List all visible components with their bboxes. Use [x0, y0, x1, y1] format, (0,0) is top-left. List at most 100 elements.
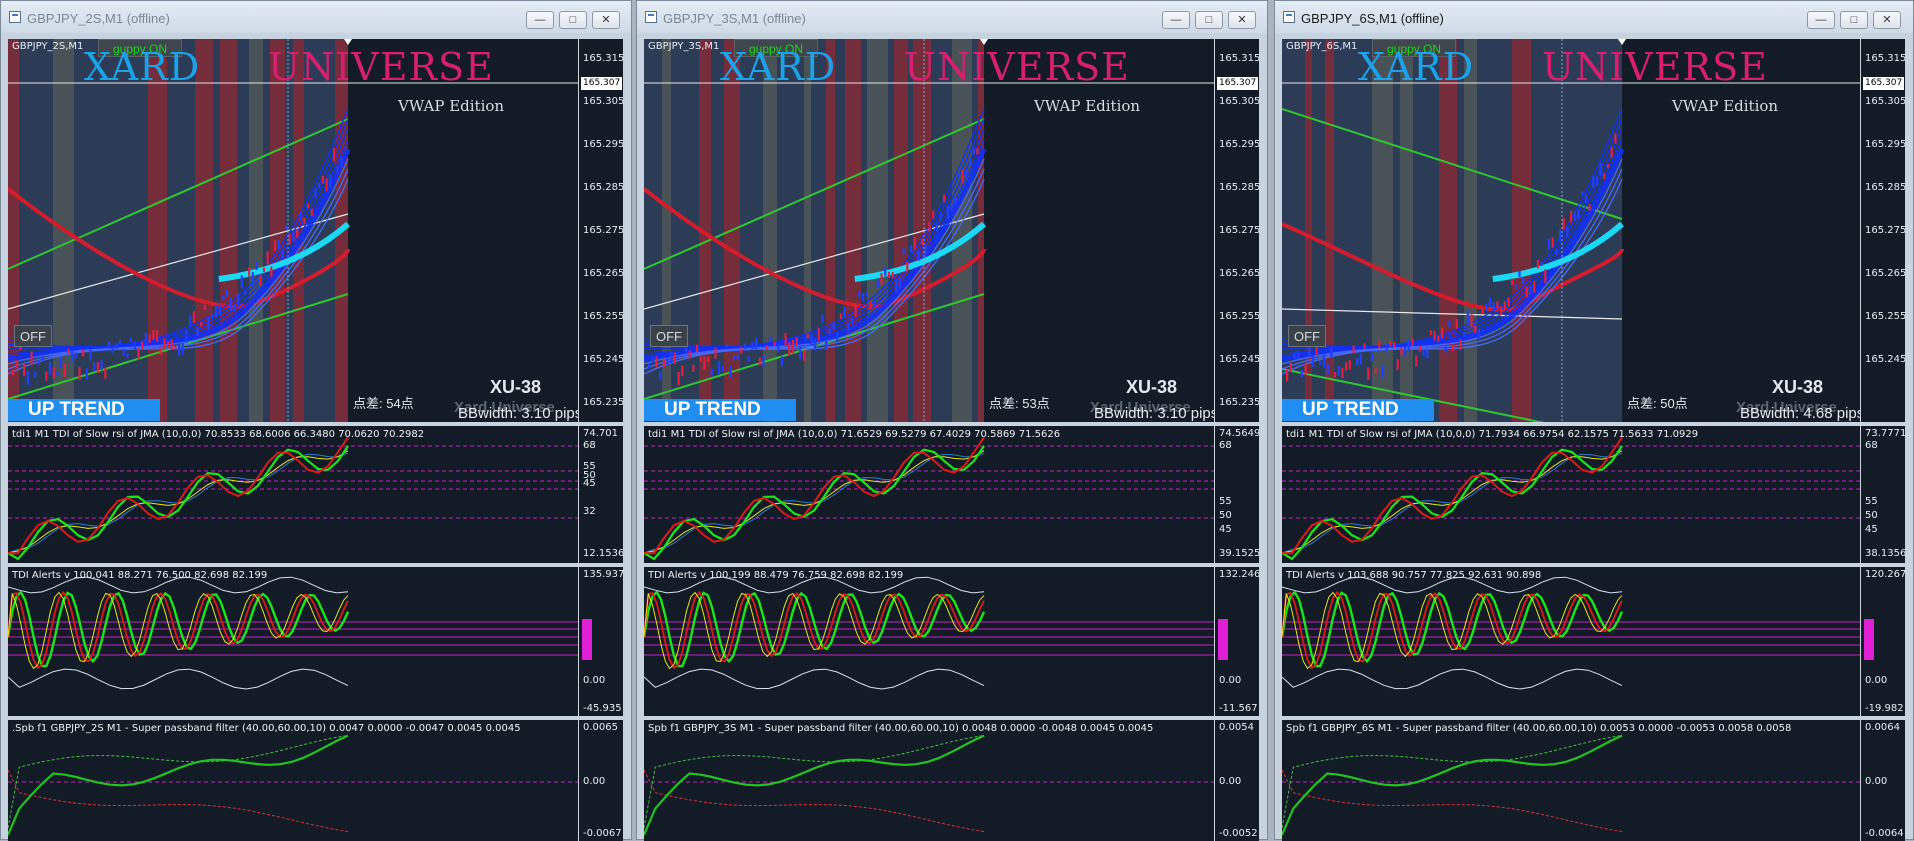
chart-window-gbpjpy-6s[interactable]: GBPJPY_6S,M1 (offline) — □ ✕ GBPJPY_6S,M…: [1274, 0, 1914, 841]
price-candle: [1304, 364, 1307, 376]
tdi-alerts-axis[interactable]: 135.937 0.00 -45.935: [578, 567, 623, 716]
price-axis[interactable]: 165.315 165.305 165.295 165.285 165.275 165.2…: [1214, 39, 1259, 422]
alert-envelope-lower: [8, 668, 349, 690]
price-candle: [74, 352, 77, 359]
price-candle: [178, 342, 181, 357]
main-price-pane[interactable]: GBPJPY_6S,M1 guppy ON XARD UNIVERSE VWAP Edi…: [1282, 39, 1905, 422]
off-toggle-button[interactable]: OFF: [14, 325, 52, 347]
super-passband-axis[interactable]: 0.0064 0.00 -0.0064: [1860, 720, 1905, 841]
price-candle: [30, 351, 33, 365]
tdi-alerts-svg: [1282, 576, 1860, 690]
close-button[interactable]: ✕: [1873, 11, 1901, 29]
tdi-alerts-pane[interactable]: TDI Alerts v 103.688 90.757 77.825 92.63…: [1282, 567, 1905, 716]
super-passband-pane[interactable]: Spb f1 GBPJPY_3S M1 - Super passband fil…: [644, 720, 1259, 841]
minimize-button[interactable]: —: [1162, 11, 1190, 29]
price-candle: [928, 221, 931, 232]
price-candle: [1466, 310, 1469, 325]
price-candle: [777, 344, 780, 353]
tdi-alerts-pane[interactable]: TDI Alerts v 100.041 88.271 76.500 82.69…: [8, 567, 623, 716]
price-candle: [141, 341, 144, 350]
main-price-pane[interactable]: GBPJPY_2S,M1 guppy ON XARD UNIVERSE VWAP Edi…: [8, 39, 623, 422]
price-candle: [82, 349, 85, 357]
super-passband-axis[interactable]: 0.0065 0.00 -0.0067: [578, 720, 623, 841]
window-titlebar[interactable]: GBPJPY_2S,M1 (offline) — □ ✕: [1, 1, 631, 33]
price-candle: [965, 170, 968, 180]
tdi-indicator-pane[interactable]: tdi1 M1 TDI of Slow rsi of JMA (10,0,0) …: [8, 426, 623, 563]
price-candle: [133, 341, 136, 350]
price-candle: [321, 175, 325, 184]
maximize-button[interactable]: □: [1195, 11, 1223, 29]
price-candle: [34, 371, 37, 378]
price-candle: [1529, 284, 1532, 295]
tdi-indicator-pane[interactable]: tdi1 M1 TDI of Slow rsi of JMA (10,0,0) …: [1282, 426, 1905, 563]
alert-oscillator-line: [644, 591, 985, 670]
price-candle: [244, 290, 247, 295]
tdi-title: tdi1 M1 TDI of Slow rsi of JMA (10,0,0) …: [1286, 429, 1699, 440]
price-candle: [662, 358, 665, 368]
price-candle: [902, 248, 905, 255]
price-candle: [1345, 362, 1348, 371]
price-axis-label: 165.245: [1219, 354, 1259, 365]
price-candle: [836, 331, 839, 341]
super-passband-svg: [1282, 734, 1860, 836]
off-toggle-button[interactable]: OFF: [650, 325, 688, 347]
main-price-pane[interactable]: GBPJPY_3S,M1 guppy ON XARD UNIVERSE VWAP Edi…: [644, 39, 1259, 422]
tdi-axis[interactable]: 73.7771 68 55 50 45 38.1356: [1860, 426, 1905, 563]
price-candle: [1433, 331, 1436, 341]
price-candle: [155, 330, 159, 342]
session-band: [1325, 39, 1334, 422]
price-candle: [906, 261, 909, 272]
super-passband-axis[interactable]: 0.0054 0.00 -0.0052: [1214, 720, 1259, 841]
price-axis-label: 165.255: [1219, 311, 1259, 322]
price-axis-label: 165.235: [1219, 397, 1259, 408]
price-candle: [1448, 320, 1451, 327]
minimize-button[interactable]: —: [1807, 11, 1835, 29]
tdi-title: tdi1 M1 TDI of Slow rsi of JMA (10,0,0) …: [12, 429, 425, 440]
price-candle: [673, 352, 677, 365]
price-candle: [725, 344, 728, 349]
tdi-axis[interactable]: 74.5649 68 55 50 45 39.1525: [1214, 426, 1259, 563]
tdi-axis-label: 32: [583, 506, 596, 517]
price-candle: [240, 275, 243, 289]
super-passband-pane[interactable]: Spb f1 GBPJPY_6S M1 - Super passband fil…: [1282, 720, 1905, 841]
tdi-indicator-pane[interactable]: tdi1 M1 TDI of Slow rsi of JMA (10,0,0) …: [644, 426, 1259, 563]
tdi-alerts-pane[interactable]: TDI Alerts v 100.199 88.479 76.759 82.69…: [644, 567, 1259, 716]
close-button[interactable]: ✕: [592, 11, 620, 29]
minimize-button[interactable]: —: [526, 11, 554, 29]
session-band: [1464, 39, 1477, 422]
chart-area[interactable]: GBPJPY_2S,M1 guppy ON XARD UNIVERSE VWAP Edi…: [8, 39, 623, 841]
tdi-axis-label: 68: [1219, 440, 1232, 451]
price-candle: [651, 357, 654, 363]
chart-window-gbpjpy-3s[interactable]: GBPJPY_3S,M1 (offline) — □ ✕ GBPJPY_3S,M…: [636, 0, 1268, 841]
maximize-button[interactable]: □: [1840, 11, 1868, 29]
price-candle: [1570, 210, 1573, 223]
session-band: [1512, 39, 1531, 422]
price-axis[interactable]: 165.315 165.305 165.295 165.285 165.275 165.2…: [1860, 39, 1905, 422]
super-passband-pane[interactable]: .Spb f1 GBPJPY_2S M1 - Super passband fi…: [8, 720, 623, 841]
close-button[interactable]: ✕: [1228, 11, 1256, 29]
tdi-axis[interactable]: 74.701 68 55 50 45 32 12.1536: [578, 426, 623, 563]
window-titlebar[interactable]: GBPJPY_3S,M1 (offline) — □ ✕: [637, 1, 1267, 33]
chart-window-icon: [645, 11, 657, 23]
alert-oscillator-line: [644, 591, 985, 670]
price-candle: [310, 208, 313, 217]
tdi-alerts-axis[interactable]: 120.267 0.00 -19.982: [1860, 567, 1905, 716]
price-candle: [23, 364, 26, 377]
price-candle: [1558, 229, 1562, 241]
tdi-axis-label: 55: [1219, 496, 1232, 507]
price-candle: [1440, 327, 1444, 339]
price-candle: [1592, 176, 1595, 188]
chart-window-gbpjpy-2s[interactable]: GBPJPY_2S,M1 (offline) — □ ✕ GBPJPY_2S,M…: [0, 0, 632, 841]
passband-axis-label: 0.00: [1865, 776, 1888, 787]
window-titlebar[interactable]: GBPJPY_6S,M1 (offline) — □ ✕: [1275, 1, 1913, 33]
price-candle: [159, 348, 162, 356]
price-axis[interactable]: 165.315 165.305 165.295 165.285 165.275 165.2…: [578, 39, 623, 422]
chart-area[interactable]: GBPJPY_3S,M1 guppy ON XARD UNIVERSE VWAP Edi…: [644, 39, 1259, 841]
price-candle: [898, 276, 902, 289]
price-candle: [277, 240, 280, 250]
maximize-button[interactable]: □: [559, 11, 587, 29]
chart-area[interactable]: GBPJPY_6S,M1 guppy ON XARD UNIVERSE VWAP Edi…: [1282, 39, 1905, 841]
price-candle: [126, 353, 129, 359]
tdi-alerts-axis[interactable]: 132.246 0.00 -11.567: [1214, 567, 1259, 716]
off-toggle-button[interactable]: OFF: [1288, 325, 1326, 347]
